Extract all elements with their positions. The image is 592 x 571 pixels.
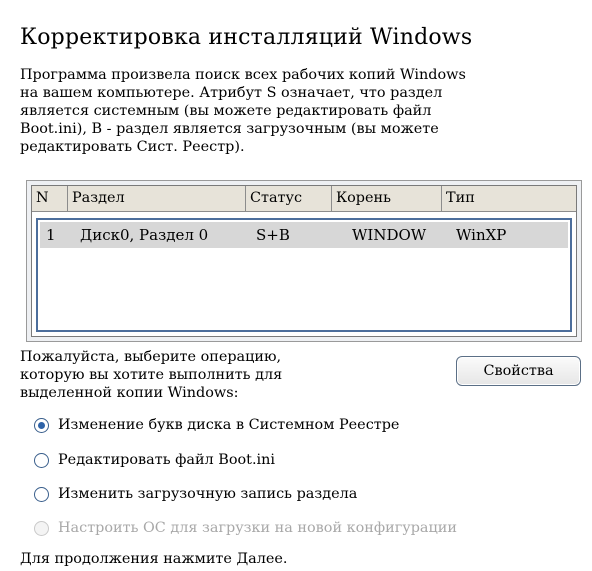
option-drive-letters[interactable]: Изменение букв диска в Системном Реестре [34,414,399,436]
option-label: Изменение букв диска в Системном Реестре [58,417,400,433]
intro-line: Программа произвела поиск всех рабочих к… [20,67,466,83]
table-row[interactable]: 1 Диск0, Раздел 0 S+B WINDOW WinXP [40,222,568,248]
properties-button[interactable]: Свойства [456,356,581,386]
column-header-type[interactable]: Тип [442,186,576,211]
cell-status: S+B [256,226,290,244]
option-edit-boot-ini[interactable]: Редактировать файл Boot.ini [34,449,275,471]
radio-icon[interactable] [34,486,49,502]
operation-prompt-line: выделенной копии Windows: [20,385,239,401]
column-header-n[interactable]: N [32,186,68,211]
cell-n: 1 [46,226,56,244]
cell-type: WinXP [456,226,507,244]
intro-line: является системным (вы можете редактиров… [20,103,432,119]
table-header: N Раздел Статус Корень Тип [32,186,576,212]
intro-line: на вашем компьютере. Атрибут S означает,… [20,85,443,101]
table-frame: N Раздел Статус Корень Тип 1 Диск0, Разд… [31,185,577,337]
radio-disabled-icon [34,520,49,536]
operation-prompt-line: которую вы хотите выполнить для [20,367,283,383]
operation-prompt: Пожалуйста, выберите операцию, которую в… [20,348,370,402]
table-body: 1 Диск0, Раздел 0 S+B WINDOW WinXP [36,218,572,332]
option-new-configuration: Настроить ОС для загрузки на новой конфи… [34,517,457,539]
installation-correction-page: Корректировка инсталляций Windows Програ… [0,0,592,571]
operation-prompt-line: Пожалуйста, выберите операцию, [20,349,282,365]
option-boot-record[interactable]: Изменить загрузочную запись раздела [34,483,357,505]
radio-checked-icon[interactable] [34,417,49,433]
column-header-root[interactable]: Корень [332,186,442,211]
cell-partition: Диск0, Раздел 0 [80,226,209,244]
option-label: Настроить ОС для загрузки на новой конфи… [58,520,457,536]
cell-root: WINDOW [352,226,427,244]
page-title: Корректировка инсталляций Windows [20,25,473,50]
windows-copies-table: N Раздел Статус Корень Тип 1 Диск0, Разд… [26,180,582,342]
option-label: Редактировать файл Boot.ini [58,452,275,468]
radio-icon[interactable] [34,452,49,468]
column-header-status[interactable]: Статус [246,186,332,211]
option-label: Изменить загрузочную запись раздела [58,486,358,502]
intro-text: Программа произвела поиск всех рабочих к… [20,66,590,156]
intro-line: Boot.ini), B - раздел является загрузочн… [20,121,439,137]
intro-line: редактировать Сист. Реестр). [20,139,245,155]
column-header-partition[interactable]: Раздел [68,186,246,211]
footer-text: Для продолжения нажмите Далее. [20,551,288,567]
